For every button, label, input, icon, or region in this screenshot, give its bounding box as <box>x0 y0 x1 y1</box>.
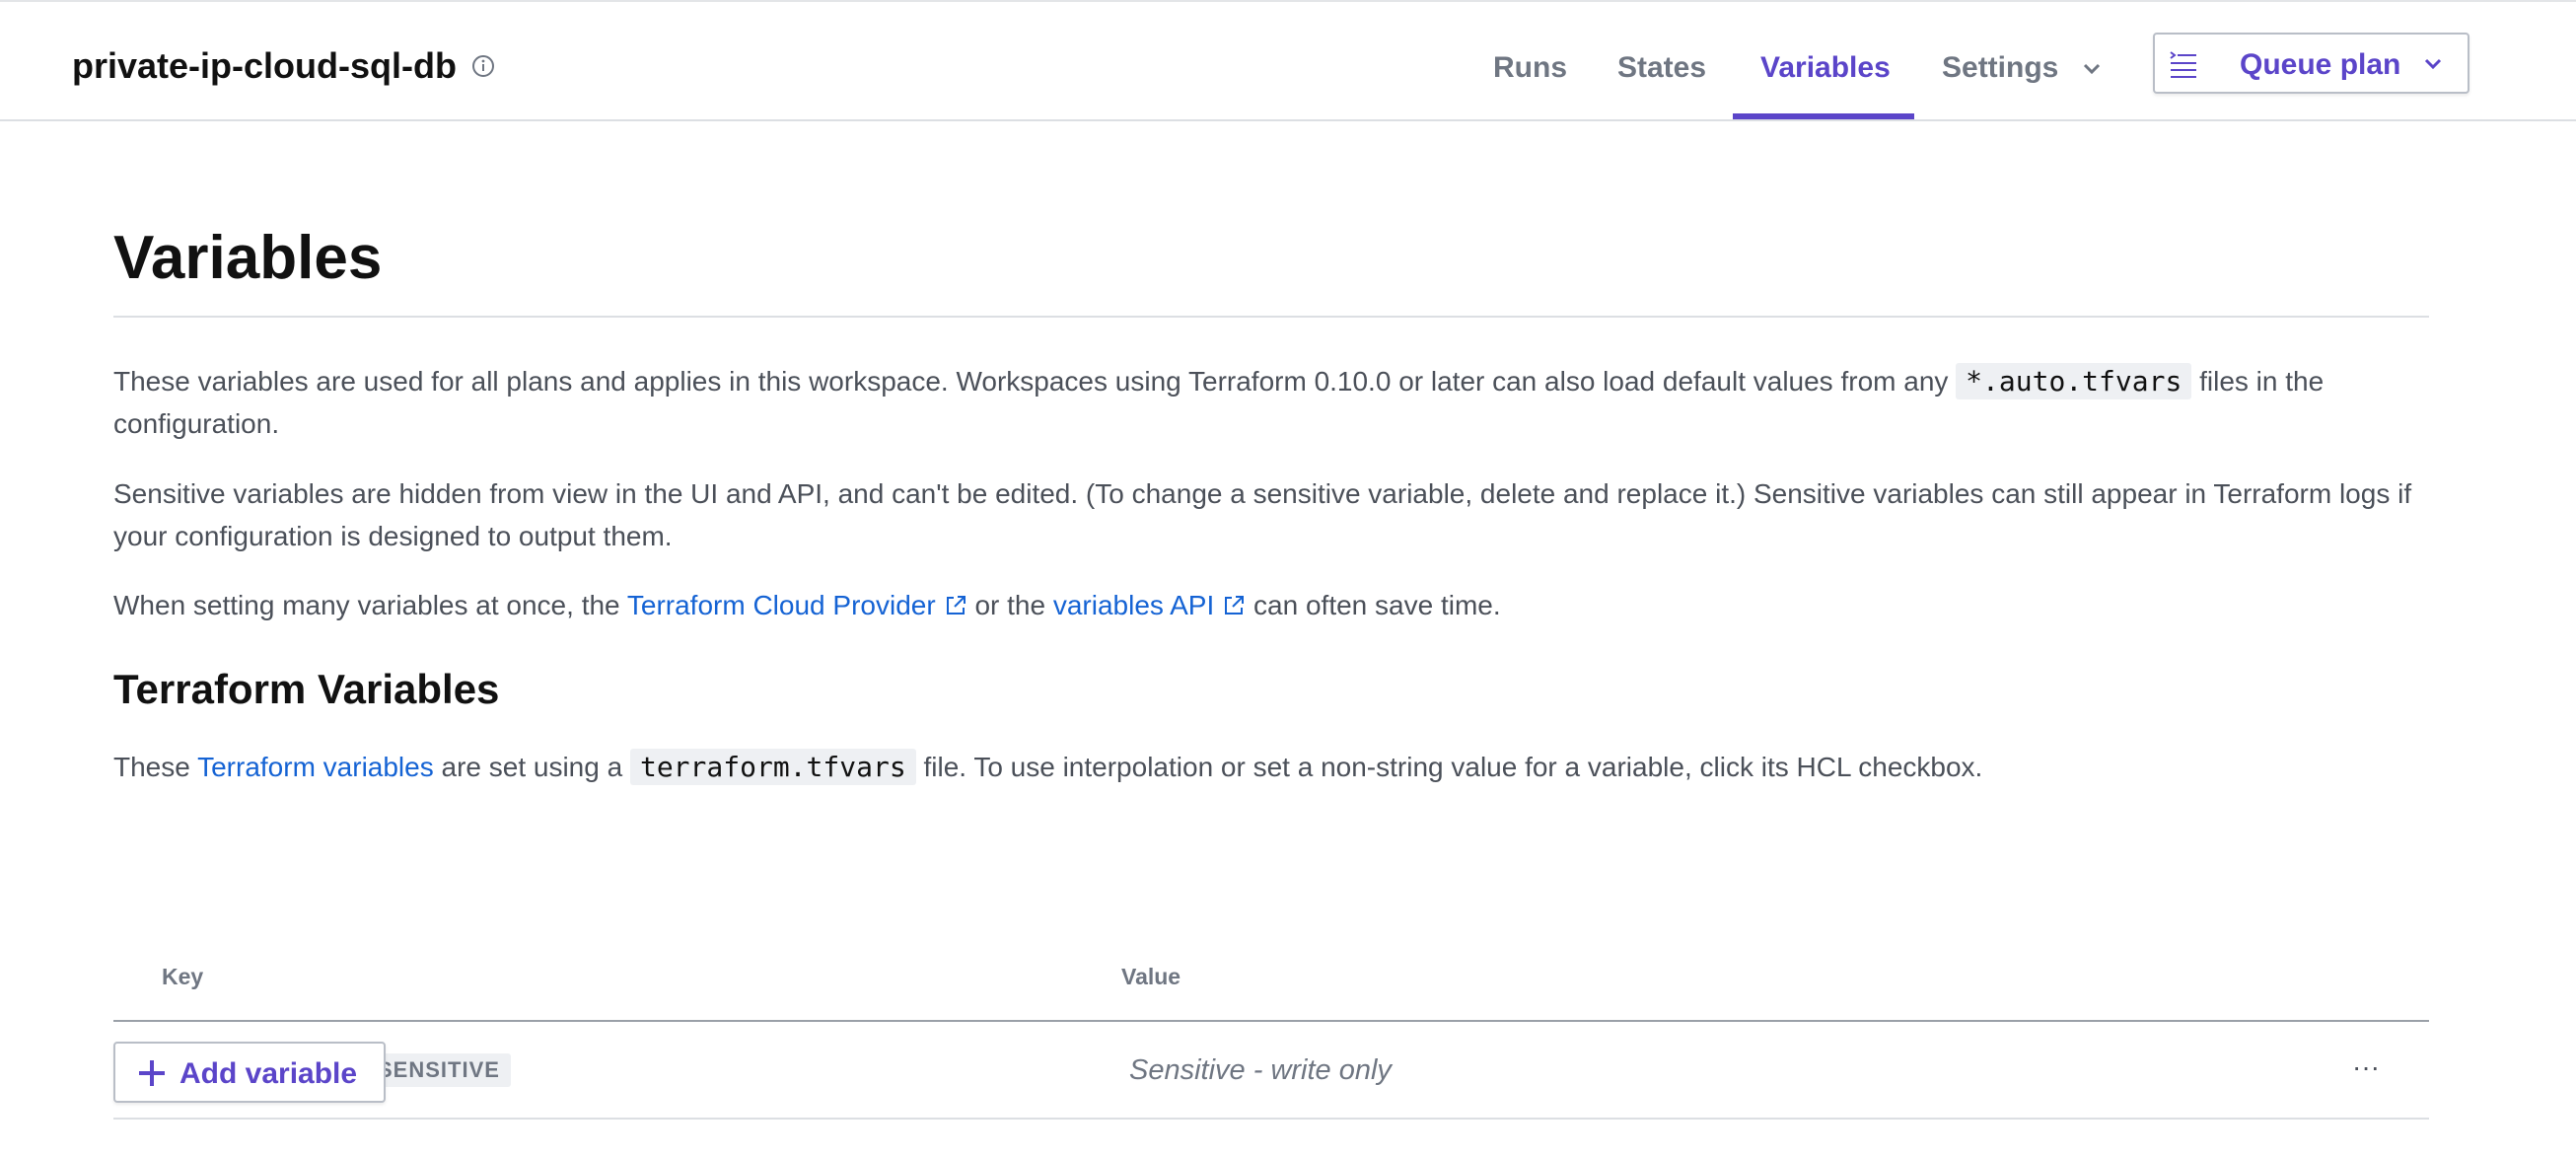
divider <box>113 316 2429 318</box>
intro-text: These variables are used for all plans a… <box>113 366 1957 397</box>
link-label: Terraform Cloud Provider <box>626 590 936 620</box>
external-link-icon <box>1222 587 1246 615</box>
tab-variables[interactable]: Variables <box>1760 51 1891 85</box>
add-variable-label: Add variable <box>179 1057 358 1090</box>
bulk-text-end: can often save time. <box>1246 590 1501 620</box>
terraform-tfvars-code: terraform.tfvars <box>629 749 916 785</box>
chevron-down-icon[interactable] <box>2080 57 2104 81</box>
add-variable-button[interactable]: Add variable <box>113 1042 386 1103</box>
queue-plan-button[interactable]: Queue plan <box>2153 33 2469 94</box>
info-icon[interactable] <box>470 53 496 79</box>
terraform-cloud-provider-link[interactable]: Terraform Cloud Provider <box>627 590 967 620</box>
variable-value: Sensitive - write only <box>1129 1054 1392 1086</box>
plus-icon <box>137 1058 167 1088</box>
desc-text: These <box>113 752 198 782</box>
tab-runs[interactable]: Runs <box>1493 51 1567 85</box>
bulk-note: When setting many variables at once, the… <box>113 584 2429 626</box>
desc-text-end: file. To use interpolation or set a non-… <box>915 752 1983 782</box>
link-label: variables API <box>1052 590 1215 620</box>
column-header-key: Key <box>162 964 204 989</box>
variables-api-link[interactable]: variables API <box>1053 590 1246 620</box>
auto-tfvars-code: *.auto.tfvars <box>1956 363 2192 399</box>
external-link-icon <box>944 587 967 615</box>
bulk-text: or the <box>966 590 1053 620</box>
more-options-button[interactable]: ··· <box>2346 1049 2386 1089</box>
workspace-title: private-ip-cloud-sql-db <box>72 45 496 87</box>
column-header-value: Value <box>1121 964 1181 989</box>
sensitive-note: Sensitive variables are hidden from view… <box>113 478 2412 551</box>
workspace-header: private-ip-cloud-sql-db Runs States Vari… <box>0 2 2576 121</box>
tab-settings[interactable]: Settings <box>1942 51 2058 85</box>
sensitive-badge: SENSITIVE <box>367 1053 511 1087</box>
table-row: db_password SENSITIVE Sensitive - write … <box>113 1022 2429 1120</box>
page-title: Variables <box>113 224 383 292</box>
intro-paragraph: These variables are used for all plans a… <box>113 360 2429 445</box>
tab-states[interactable]: States <box>1617 51 1706 85</box>
bulk-text: When setting many variables at once, the <box>113 590 627 620</box>
queue-plan-label: Queue plan <box>2240 48 2401 81</box>
terraform-vars-description: These Terraform variables are set using … <box>113 746 2429 788</box>
desc-text: are set using a <box>433 752 630 782</box>
active-tab-indicator <box>1733 113 1914 119</box>
section-title: Terraform Variables <box>113 666 500 712</box>
workspace-name: private-ip-cloud-sql-db <box>72 45 457 86</box>
chevron-down-icon <box>2421 52 2445 76</box>
terraform-variables-link[interactable]: Terraform variables <box>197 752 434 782</box>
queue-list-icon <box>2169 50 2198 78</box>
